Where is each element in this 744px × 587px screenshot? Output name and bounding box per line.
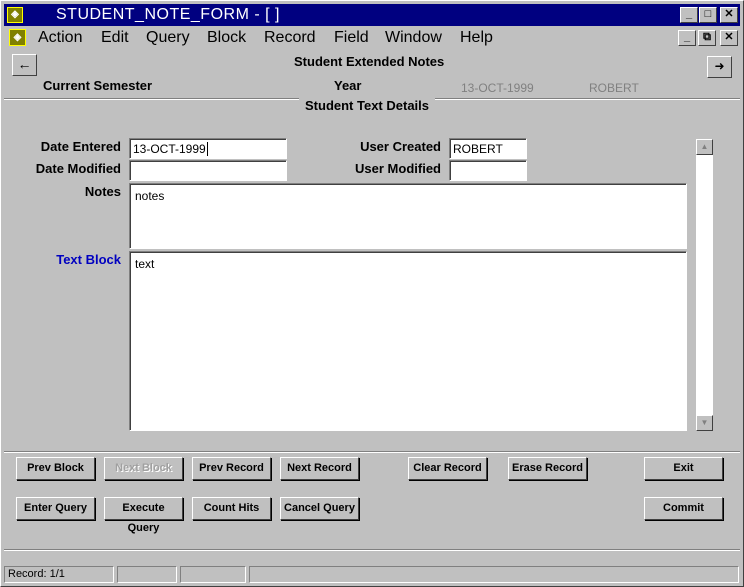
text-block-label: Text Block [56,252,121,267]
mdi-close-button[interactable]: ✕ [720,30,738,46]
scroll-down-arrow-icon[interactable]: ▼ [696,415,713,431]
user-modified-field[interactable] [449,160,527,181]
menu-help[interactable]: Help [460,29,493,47]
header-user-value: ROBERT [589,81,639,95]
notes-label: Notes [84,184,121,199]
form-icon[interactable]: ◈ [9,29,26,46]
cancel-query-button[interactable]: Cancel Query [280,497,359,520]
record-count-status: Record: 1/1 [4,566,114,583]
exit-button[interactable]: Exit [644,457,723,480]
section-title: Student Text Details [299,98,436,113]
clear-record-button[interactable]: Clear Record [408,457,487,480]
date-entered-value: 13-OCT-1999 [133,142,206,156]
window-title: STUDENT_NOTE_FORM - [ ] [56,6,280,23]
main-window: ◈ STUDENT_NOTE_FORM - [ ] _ □ ✕ ◈ Action… [0,0,744,587]
date-modified-label: Date Modified [35,161,121,176]
menu-record[interactable]: Record [264,29,316,47]
forward-arrow-button[interactable]: ➜ [707,56,732,78]
count-hits-button[interactable]: Count Hits [192,497,271,520]
execute-query-button[interactable]: Execute Query [104,497,183,534]
maximize-button[interactable]: □ [699,7,717,23]
date-modified-field[interactable] [129,160,287,181]
vertical-scrollbar[interactable]: ▲ ▼ [696,139,713,431]
app-icon[interactable]: ◈ [7,7,23,23]
menu-bar: ◈ Action Edit Query Block Record Field W… [4,27,740,49]
status-cell-2 [117,566,177,583]
erase-record-button[interactable]: Erase Record [508,457,587,480]
current-semester-label: Current Semester [43,78,153,93]
status-cell-3 [180,566,246,583]
menu-field[interactable]: Field [334,29,369,47]
mdi-minimize-button[interactable]: _ [678,30,696,46]
buttons-divider [4,451,740,453]
date-entered-label: Date Entered [40,139,121,154]
user-modified-label: User Modified [355,161,441,176]
prev-block-button[interactable]: Prev Block [16,457,95,480]
enter-query-button[interactable]: Enter Query [16,497,95,520]
menu-edit[interactable]: Edit [101,29,129,47]
status-message-area [249,566,739,583]
close-button[interactable]: ✕ [720,7,738,23]
menu-query[interactable]: Query [146,29,190,47]
commit-button[interactable]: Commit [644,497,723,520]
menu-block[interactable]: Block [207,29,246,47]
title-bar[interactable]: ◈ STUDENT_NOTE_FORM - [ ] _ □ ✕ [4,4,740,26]
status-bar: Record: 1/1 [4,564,742,585]
menu-window[interactable]: Window [385,29,442,47]
user-created-field[interactable]: ROBERT [449,138,527,159]
prev-record-button[interactable]: Prev Record [192,457,271,480]
next-block-button[interactable]: Next Block [104,457,183,480]
text-cursor [206,142,208,156]
scroll-up-arrow-icon[interactable]: ▲ [696,139,713,155]
header-date-value: 13-OCT-1999 [461,81,534,95]
back-arrow-button[interactable]: ← [12,54,37,76]
status-divider [4,549,740,551]
text-block-textarea[interactable]: text [129,251,687,431]
user-created-label: User Created [360,139,441,154]
next-record-button[interactable]: Next Record [280,457,359,480]
notes-textarea[interactable]: notes [129,183,687,249]
header-block: ← Student Extended Notes ➜ Current Semes… [4,51,740,97]
mdi-restore-button[interactable]: ⧉ [698,30,716,46]
year-label: Year [334,78,362,93]
date-entered-field[interactable]: 13-OCT-1999 [129,138,287,159]
menu-action[interactable]: Action [38,29,82,47]
minimize-button[interactable]: _ [680,7,698,23]
header-title: Student Extended Notes [294,54,445,69]
